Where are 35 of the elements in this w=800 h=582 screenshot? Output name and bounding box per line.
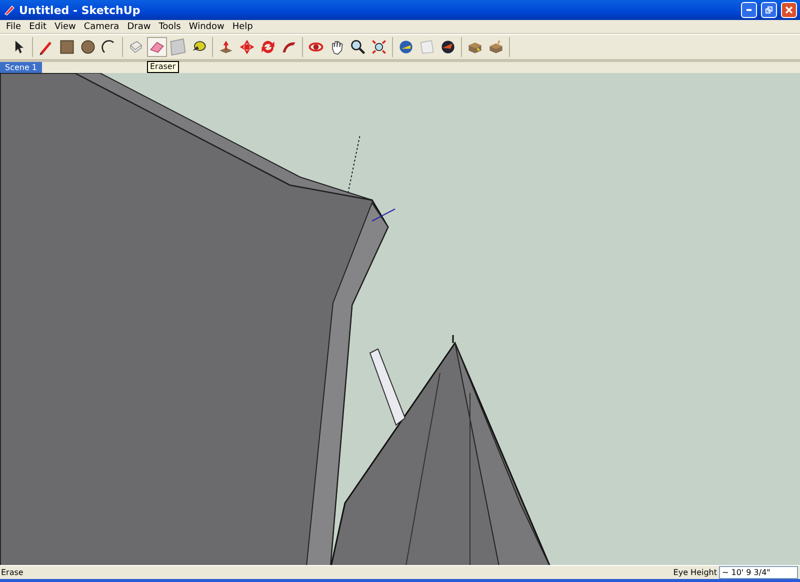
menu-item[interactable]: Draw [123, 22, 155, 32]
restore-icon [765, 6, 773, 14]
sheet-icon [418, 38, 436, 56]
close-icon [785, 6, 793, 14]
menu-item[interactable]: Tools [154, 22, 185, 32]
minimize-icon [746, 9, 752, 11]
menu-item[interactable]: Window [184, 22, 228, 32]
app-icon [3, 4, 15, 16]
restore-button[interactable] [761, 2, 777, 18]
close-button[interactable] [781, 2, 797, 18]
push-pull-icon [217, 38, 235, 56]
menu-item[interactable]: Camera [80, 22, 124, 32]
window-title: Untitled - SketchUp [19, 4, 142, 16]
box-outline-icon [127, 38, 145, 56]
move-arrows-icon [238, 38, 256, 56]
globe-icon [397, 38, 415, 56]
measurement-field[interactable]: ~ 10' 9 3/4" [719, 566, 798, 579]
measurement-label: Eye Height [673, 568, 718, 577]
square-icon [58, 38, 76, 56]
3d-viewport[interactable] [0, 73, 800, 565]
menu-item[interactable]: Help [228, 22, 257, 32]
tool-button[interactable] [348, 37, 368, 57]
rotate-arrows-icon [259, 38, 277, 56]
menu-item[interactable]: View [50, 22, 80, 32]
status-message: Erase [0, 568, 24, 577]
menu-item[interactable]: File [2, 22, 26, 32]
minimize-button[interactable] [741, 2, 757, 18]
zoom-extents-icon [370, 38, 388, 56]
circle-icon [79, 38, 97, 56]
menu-item[interactable]: Edit [25, 22, 50, 32]
tooltip: Eraser [147, 61, 179, 73]
tool-button[interactable] [369, 37, 389, 57]
zoom-icon [349, 38, 367, 56]
scene-tab[interactable]: Scene 1 [0, 62, 42, 73]
box-icon [487, 38, 505, 56]
